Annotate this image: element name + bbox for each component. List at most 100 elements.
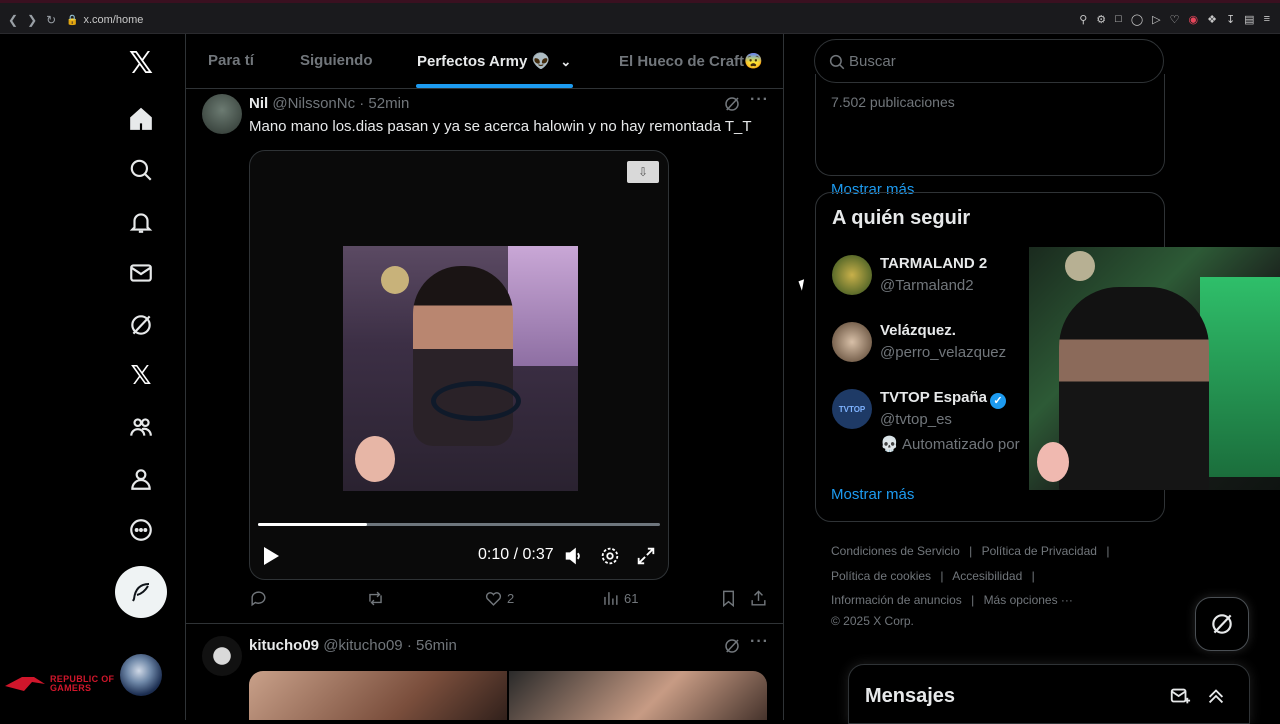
tab-para-ti[interactable]: Para tí <box>208 52 254 69</box>
suggestion-name-row[interactable]: TVTOP España ✓ <box>880 389 1006 409</box>
tab-siguiendo[interactable]: Siguiendo <box>300 52 373 69</box>
volume-icon[interactable] <box>563 545 585 567</box>
suggestion-avatar[interactable]: TVTOP <box>832 389 872 429</box>
shield-icon[interactable]: ◯ <box>1131 13 1143 26</box>
tweet-time[interactable]: · 52min <box>359 95 409 112</box>
tweet-more-icon[interactable]: ··· <box>750 633 769 651</box>
explore-search-icon[interactable] <box>122 151 160 189</box>
suggestion-name[interactable]: Velázquez. <box>880 322 956 339</box>
menu-icon[interactable]: ≡ <box>1264 13 1270 26</box>
expand-up-icon[interactable] <box>1205 685 1227 707</box>
footer-cookies-link[interactable]: Política de cookies <box>831 569 931 583</box>
settings-gear-icon[interactable] <box>599 545 621 567</box>
profile-icon[interactable] <box>122 460 160 498</box>
grok-floating-button[interactable] <box>1195 597 1249 651</box>
tweet-author-handle[interactable]: @NilssonNc <box>272 95 355 112</box>
tab-perfectos-army[interactable]: Perfectos Army 👽 ⌄ <box>417 52 571 70</box>
address-bar[interactable]: 🔒 x.com/home <box>66 14 143 26</box>
footer-separator: | <box>969 544 973 558</box>
messages-title: Mensajes <box>865 685 956 707</box>
tweet-author-name[interactable]: Nil <box>249 95 268 112</box>
grok-icon <box>1212 614 1232 634</box>
suggestion-avatar[interactable] <box>832 322 872 362</box>
footer-separator: | <box>1106 544 1110 558</box>
search-input[interactable] <box>849 48 1149 74</box>
tweet-author-avatar[interactable] <box>202 636 242 676</box>
play-icon[interactable]: ▷ <box>1152 13 1160 26</box>
communities-icon[interactable] <box>122 408 160 446</box>
suggestion-name[interactable]: TARMALAND 2 <box>880 255 987 272</box>
tab-el-hueco-de-craft[interactable]: El Hueco de Craft😨 <box>619 52 763 70</box>
sidebar-icon[interactable]: ▤ <box>1244 13 1254 26</box>
suggestion-handle[interactable]: @Tarmaland2 <box>880 277 974 294</box>
share-button[interactable] <box>749 589 768 608</box>
tweet-video-player[interactable]: ⇩ 0:10 / 0:37 <box>249 150 669 580</box>
premium-x-icon[interactable]: 𝕏 <box>122 357 160 395</box>
fullscreen-icon[interactable] <box>635 545 657 567</box>
footer-separator: | <box>971 593 975 607</box>
tweet-more-icon[interactable]: ··· <box>750 91 769 109</box>
puzzle-icon[interactable]: ❖ <box>1207 13 1217 26</box>
tweet-actions: 2 61 <box>249 589 769 613</box>
tweet-kitucho09[interactable]: kitucho09 @kitucho09 · 56min ··· <box>186 633 783 720</box>
extension-icon[interactable]: ◉ <box>1188 13 1198 26</box>
who-to-follow-show-more[interactable]: Mostrar más <box>831 486 914 503</box>
retweet-button[interactable] <box>366 589 385 608</box>
account-avatar[interactable] <box>120 654 162 696</box>
footer-more-options-link[interactable]: Más opciones ··· <box>984 593 1073 607</box>
tweet-media-2[interactable] <box>509 671 767 720</box>
mascot-sticker <box>1037 442 1069 482</box>
download-video-icon[interactable]: ⇩ <box>627 161 659 183</box>
footer-terms-link[interactable]: Condiciones de Servicio <box>831 544 960 558</box>
suggestion-avatar[interactable] <box>832 255 872 295</box>
footer-accessibility-link[interactable]: Accesibilidad <box>952 569 1022 583</box>
webcam-overlay <box>1029 247 1280 490</box>
notifications-bell-icon[interactable] <box>122 203 160 241</box>
suggestion-handle[interactable]: @perro_velazquez <box>880 344 1006 361</box>
tweet-author-name[interactable]: kitucho09 <box>249 637 319 654</box>
feather-icon <box>132 583 150 602</box>
x-logo-icon[interactable]: 𝕏 <box>122 44 160 82</box>
grok-explain-icon[interactable] <box>723 637 741 655</box>
tweet-media-1[interactable] <box>249 671 507 720</box>
download-icon[interactable]: ↧ <box>1226 13 1235 26</box>
heart-icon[interactable]: ♡ <box>1170 13 1180 26</box>
main-timeline: Para tí Siguiendo Perfectos Army 👽 ⌄ El … <box>186 34 784 720</box>
share-icon <box>751 590 766 606</box>
rog-line2: GAMERS <box>50 683 92 693</box>
play-icon[interactable] <box>264 547 279 565</box>
post-button[interactable] <box>115 566 167 618</box>
reply-button[interactable] <box>249 589 268 608</box>
like-button[interactable]: 2 <box>484 589 514 608</box>
footer-ads-info-link[interactable]: Información de anuncios <box>831 593 962 607</box>
tweet-author-avatar[interactable] <box>202 94 242 134</box>
footer-row-2: Política de cookies | Accesibilidad | <box>831 569 1041 583</box>
views-button[interactable]: 61 <box>601 589 638 608</box>
more-options-icon[interactable] <box>122 511 160 549</box>
grok-explain-icon[interactable] <box>723 95 741 113</box>
new-message-icon[interactable] <box>1169 685 1191 707</box>
home-icon[interactable] <box>122 100 160 138</box>
messages-drawer[interactable]: Mensajes <box>848 664 1250 724</box>
tweet-author-handle[interactable]: @kitucho09 <box>323 637 402 654</box>
footer-privacy-link[interactable]: Política de Privacidad <box>982 544 1097 558</box>
zoom-icon[interactable]: ⚲ <box>1079 13 1087 26</box>
back-icon[interactable]: ❮ <box>8 13 18 27</box>
suggestion-handle[interactable]: @tvtop_es <box>880 411 952 428</box>
tweet-nil[interactable]: Nil @NilssonNc · 52min ··· Mano mano los… <box>186 90 783 624</box>
lock-icon: 🔒 <box>66 15 79 26</box>
video-progress-fill <box>258 523 367 526</box>
video-progress-bar[interactable] <box>258 523 660 526</box>
bookmark-icon[interactable]: □ <box>1115 13 1122 26</box>
grok-icon[interactable] <box>122 306 160 344</box>
url-text: x.com/home <box>83 14 144 26</box>
bookmark-button[interactable] <box>719 589 738 608</box>
pin-icon[interactable]: ⚙ <box>1096 13 1106 26</box>
reload-icon[interactable]: ↻ <box>46 13 56 27</box>
messages-envelope-icon[interactable] <box>122 254 160 292</box>
forward-icon[interactable]: ❯ <box>27 13 37 27</box>
retweet-icon <box>369 591 382 606</box>
footer-copyright: © 2025 X Corp. <box>831 614 914 628</box>
chevron-down-icon[interactable]: ⌄ <box>560 54 571 69</box>
tweet-time[interactable]: · 56min <box>407 637 457 654</box>
